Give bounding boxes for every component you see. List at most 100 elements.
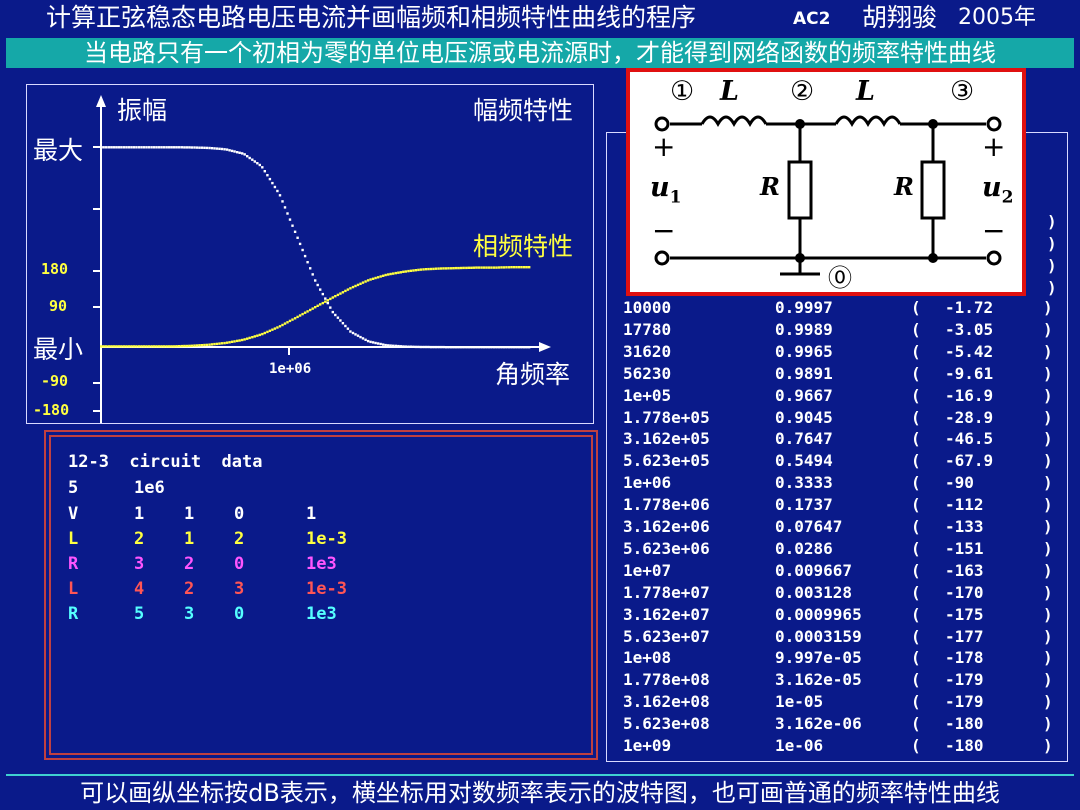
magnitude-point	[203, 146, 206, 149]
table-cell: (	[911, 407, 921, 427]
phase-point	[331, 296, 334, 299]
magnitude-point	[311, 273, 314, 276]
program-title: 计算正弦稳态电路电压电流并画幅频和相频特性曲线的程序	[46, 3, 697, 32]
magnitude-point	[326, 301, 329, 305]
phase-point	[198, 344, 201, 347]
table-cell: (	[911, 582, 921, 602]
table-cell: 1e+08	[623, 648, 672, 668]
terminal-out-top-icon	[986, 116, 1002, 132]
table-row: 1e+09 1e-06 (-180)	[607, 735, 1067, 757]
table-cell: 0.0286	[775, 538, 833, 558]
table-cell: )	[1043, 298, 1053, 317]
phase-point	[210, 343, 214, 346]
table-cell: -178	[945, 648, 984, 668]
phase-point	[102, 345, 105, 348]
table-cell: 0.3333	[775, 473, 833, 493]
table-row: 3.162e+07 0.0009965 (-175)	[607, 604, 1067, 626]
magnitude-point	[457, 346, 460, 349]
phase-point	[180, 344, 183, 348]
phase-point	[336, 293, 340, 297]
table-cell: 0.9989	[775, 319, 833, 339]
phase-point	[120, 345, 123, 348]
phase-point	[409, 269, 413, 272]
phase-point	[283, 322, 287, 325]
magnitude-point	[195, 146, 199, 149]
output-plus: +	[982, 130, 1006, 163]
magnitude-point	[140, 146, 143, 149]
table-cell: -163	[945, 560, 984, 580]
element-n2: 0	[234, 604, 245, 624]
table-cell: )	[1043, 473, 1053, 493]
table-cell: -9.61	[945, 363, 994, 383]
phase-point	[528, 266, 531, 269]
program-tag: AC2	[793, 9, 831, 29]
table-cell: (	[911, 648, 921, 668]
phase-point	[170, 345, 173, 348]
table-cell: 0.0009965	[775, 604, 862, 624]
magnitude-point	[213, 147, 216, 150]
magnitude-point	[356, 334, 360, 337]
magnitude-point	[417, 345, 420, 349]
magnitude-point	[502, 346, 506, 349]
element-type: R	[68, 604, 79, 624]
phase-point	[115, 345, 118, 348]
magnitude-point	[515, 346, 518, 349]
phase-tick-neg90: -90	[41, 372, 69, 390]
phase-point	[346, 288, 350, 291]
input-plus: +	[652, 130, 676, 163]
magnitude-point	[354, 333, 357, 336]
phase-point	[434, 267, 438, 270]
phase-point	[477, 266, 480, 269]
magnitude-point	[258, 163, 261, 167]
node-2-label: ②	[790, 76, 815, 107]
table-row: 17780 0.9989 (-3.05)	[607, 319, 1067, 341]
magnitude-point	[225, 148, 229, 151]
table-cell: )	[1043, 648, 1053, 668]
y-axis-arrow-icon	[96, 95, 106, 107]
magnitude-point	[170, 146, 173, 149]
magnitude-point	[379, 342, 382, 346]
terminal-in-bottom-icon	[654, 250, 670, 266]
element-id: 2	[134, 529, 145, 549]
phase-point	[241, 338, 244, 342]
phase-point	[162, 345, 166, 348]
table-cell: 0.9997	[775, 298, 833, 317]
magnitude-point	[384, 343, 387, 347]
y-ticks	[93, 146, 101, 412]
table-cell: -133	[945, 517, 984, 536]
table-cell: 3.162e-05	[775, 670, 862, 690]
magnitude-point	[155, 146, 158, 149]
magnitude-point	[236, 151, 239, 154]
magnitude-point	[150, 146, 153, 149]
table-cell: (	[911, 298, 921, 317]
table-row: 5.623e+06 0.0286 (-151)	[607, 538, 1067, 560]
phase-point	[175, 345, 178, 348]
table-row: 1e+08 9.997e-05 (-178)	[607, 647, 1067, 669]
phase-point	[432, 267, 435, 271]
magnitude-point	[482, 346, 486, 349]
magnitude-point	[251, 158, 254, 161]
table-cell: )	[1043, 495, 1053, 515]
magnitude-point	[528, 346, 531, 349]
table-cell: )	[1043, 604, 1053, 624]
phase-point	[145, 345, 148, 348]
phase-point	[225, 341, 229, 344]
phase-point	[223, 341, 226, 345]
element-id: 4	[134, 579, 145, 599]
magnitude-point	[472, 346, 475, 349]
magnitude-point	[105, 146, 108, 149]
phase-point	[233, 340, 236, 343]
phase-point	[394, 271, 397, 275]
phase-point	[510, 266, 513, 269]
phase-point	[100, 345, 103, 348]
magnitude-point	[168, 146, 171, 149]
x-axis-arrow-icon	[539, 342, 551, 352]
phase-point	[402, 270, 405, 273]
phase-point	[311, 307, 314, 310]
table-cell: 0.7647	[775, 429, 833, 449]
phase-point	[236, 339, 239, 343]
element-n2: 2	[234, 529, 245, 549]
magnitude-point	[120, 146, 123, 149]
element-n1: 2	[184, 554, 195, 574]
phase-point	[455, 266, 458, 270]
